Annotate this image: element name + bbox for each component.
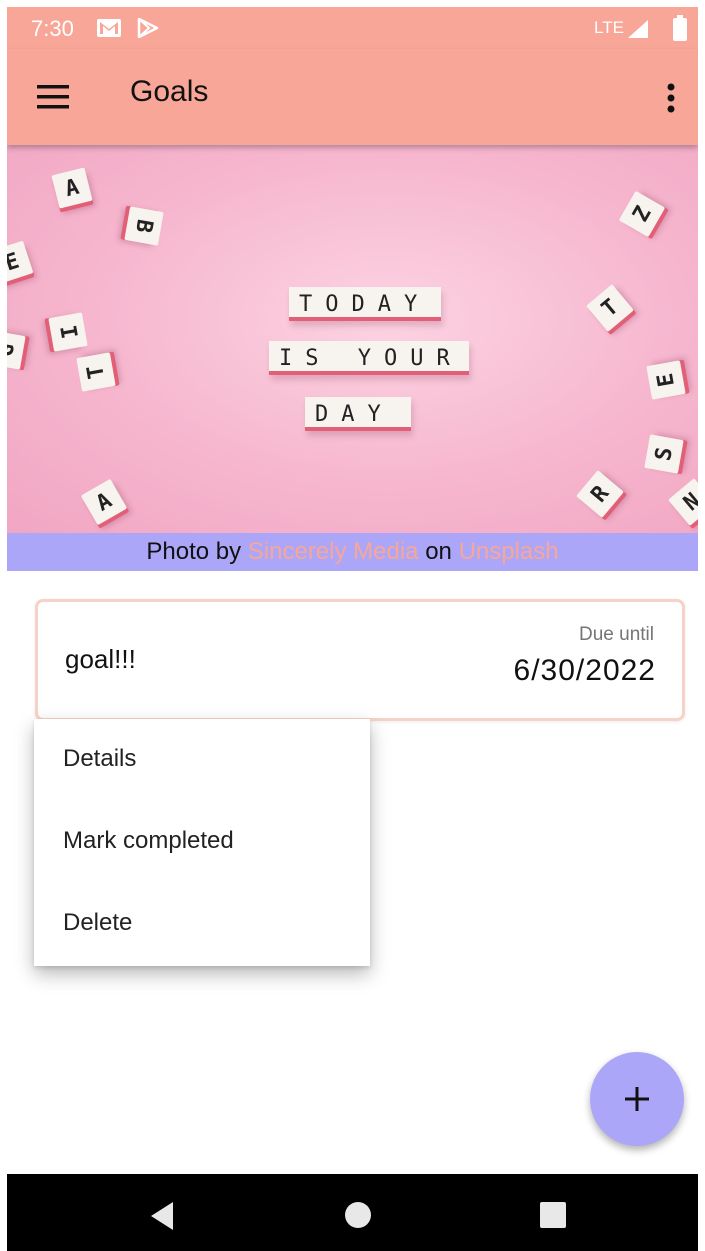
more-vert-icon[interactable] [667,83,675,113]
system-nav-bar [7,1174,698,1251]
letter-tile: S [644,434,684,474]
due-label: Due until [579,624,654,645]
app-screen: 7:30 LTE Goals TODAY IS YOUR DAY A B E I… [7,7,698,1251]
letter-tile: E [7,240,34,284]
letter-tile: A [80,478,128,526]
letter-tile: N [668,478,698,526]
credit-middle: on [418,538,459,565]
menu-item-details[interactable]: Details [63,745,136,773]
app-bar: Goals [7,49,698,145]
signal-icon [628,20,648,38]
letter-tile: T [76,352,116,392]
hero-phrase-line-1: TODAY [289,287,441,321]
status-bar: 7:30 LTE [7,7,698,49]
goal-card[interactable]: goal!!! Due until 6/30/2022 [35,599,685,721]
credit-source-link[interactable]: Unsplash [459,538,559,565]
menu-item-mark-completed[interactable]: Mark completed [63,827,234,855]
gmail-icon [97,19,121,37]
menu-item-delete[interactable]: Delete [63,909,132,937]
letter-tile: E [646,360,686,400]
letter-tile: T [586,284,634,332]
play-store-icon [137,18,159,38]
credit-author-link[interactable]: Sincerely Media [248,538,419,565]
battery-icon [673,15,687,41]
back-icon[interactable] [149,1201,175,1231]
letter-tile: Z [618,190,666,238]
goal-context-menu: Details Mark completed Delete [34,719,370,966]
letter-tile: R [576,470,624,518]
goal-name: goal!!! [65,644,136,674]
letter-tile: I [48,312,88,352]
letter-tile: G [7,330,26,370]
letter-tile: B [124,206,164,246]
hero-photo: TODAY IS YOUR DAY A B E I T G A Z T E S … [7,145,698,533]
home-icon[interactable] [344,1201,372,1229]
hero-phrase-line-3: DAY [305,397,411,431]
letter-tile: A [51,167,93,209]
add-goal-button[interactable] [590,1052,684,1146]
recents-icon[interactable] [540,1202,566,1228]
page-title: Goals [130,75,209,108]
photo-credit: Photo by Sincerely Media on Unsplash [7,533,698,571]
add-icon [625,1087,649,1111]
hero-phrase-line-2: IS YOUR [269,341,469,375]
status-time: 7:30 [31,16,74,41]
due-date: 6/30/2022 [513,654,656,687]
menu-icon[interactable] [37,85,69,109]
credit-prefix: Photo by [146,538,248,565]
network-type: LTE [594,18,624,37]
